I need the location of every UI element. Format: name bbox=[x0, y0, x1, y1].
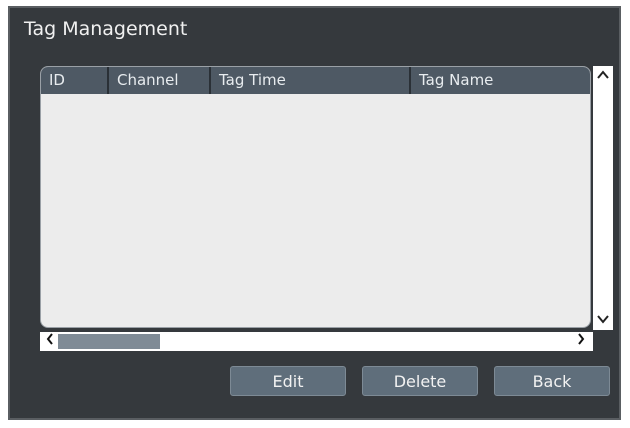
back-button[interactable]: Back bbox=[494, 366, 610, 396]
horizontal-scroll-thumb[interactable] bbox=[58, 334, 160, 349]
table-body bbox=[41, 94, 590, 327]
dialog-title: Tag Management bbox=[24, 18, 188, 40]
tag-management-dialog: Tag Management ID Channel Tag Time Tag N… bbox=[8, 6, 621, 420]
vertical-scrollbar[interactable] bbox=[593, 66, 613, 330]
delete-button[interactable]: Delete bbox=[362, 366, 478, 396]
tag-table[interactable]: ID Channel Tag Time Tag Name bbox=[40, 66, 591, 328]
chevron-left-icon[interactable] bbox=[42, 332, 58, 351]
column-header-id[interactable]: ID bbox=[41, 67, 107, 94]
chevron-right-icon[interactable] bbox=[573, 332, 589, 351]
column-header-tag-name[interactable]: Tag Name bbox=[409, 67, 590, 94]
horizontal-scrollbar[interactable] bbox=[40, 332, 593, 351]
edit-button[interactable]: Edit bbox=[230, 366, 346, 396]
column-header-tag-time[interactable]: Tag Time bbox=[209, 67, 409, 94]
table-header: ID Channel Tag Time Tag Name bbox=[41, 67, 590, 94]
chevron-down-icon[interactable] bbox=[593, 312, 613, 328]
column-header-channel[interactable]: Channel bbox=[107, 67, 209, 94]
chevron-up-icon[interactable] bbox=[593, 68, 613, 84]
